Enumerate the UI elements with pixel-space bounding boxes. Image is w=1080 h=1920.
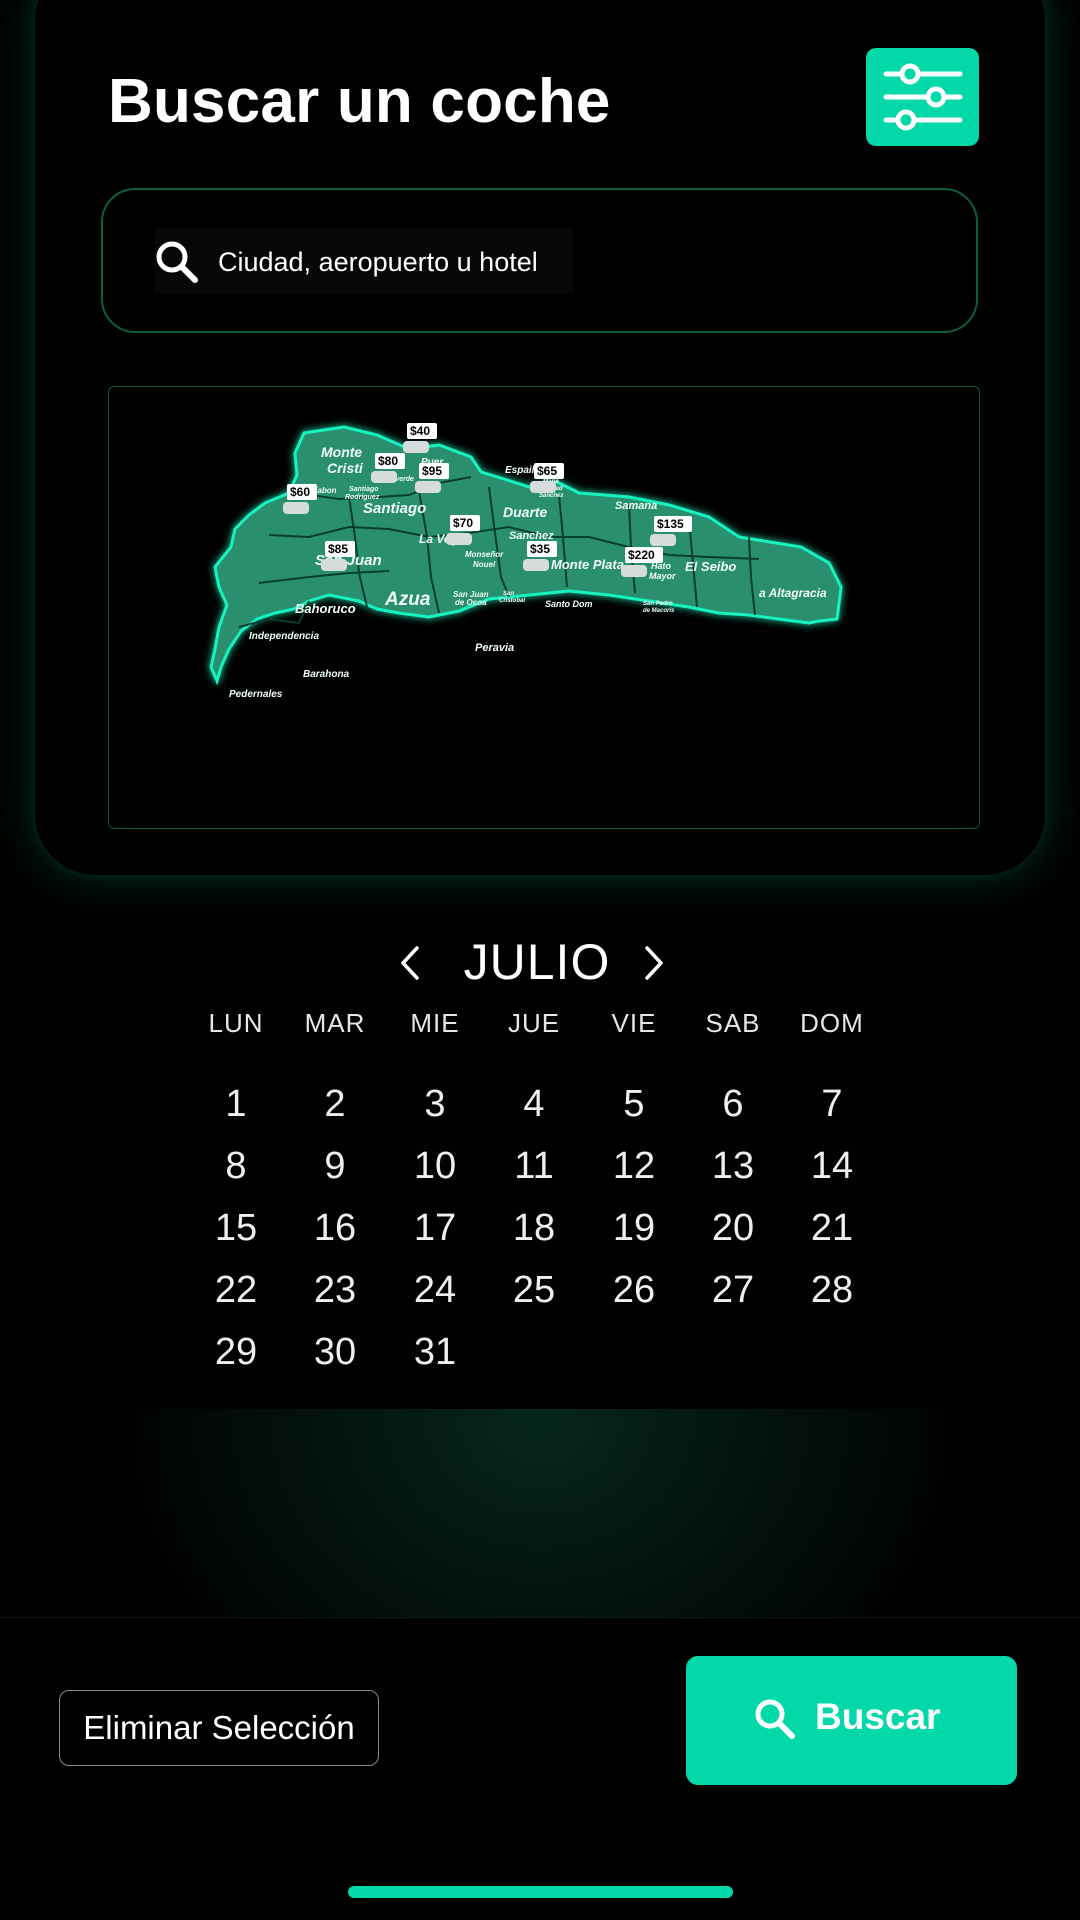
sliders-icon — [883, 63, 963, 131]
svg-text:Cristi: Cristi — [327, 460, 364, 476]
price-tag-label: $65 — [537, 464, 557, 478]
svg-text:Sanchez: Sanchez — [509, 530, 554, 542]
svg-text:Sanchez: Sanchez — [539, 493, 563, 499]
svg-text:Mayor: Mayor — [649, 571, 676, 581]
calendar-day[interactable]: 30 — [290, 1329, 380, 1375]
svg-text:San Pedro: San Pedro — [643, 601, 673, 607]
calendar-day[interactable]: 10 — [390, 1143, 480, 1189]
calendar-day[interactable]: 15 — [191, 1205, 281, 1251]
calendar-day[interactable]: 27 — [688, 1267, 778, 1313]
calendar-day[interactable]: 24 — [390, 1267, 480, 1313]
svg-text:Peravia: Peravia — [475, 642, 514, 654]
page-title: Buscar un coche — [108, 67, 611, 136]
calendar-day[interactable]: 23 — [290, 1267, 380, 1313]
calendar-day[interactable]: 9 — [290, 1143, 380, 1189]
car-icon — [283, 502, 309, 514]
car-icon — [446, 533, 472, 545]
car-icon — [403, 441, 429, 453]
car-icon — [530, 481, 556, 493]
svg-text:Santiago: Santiago — [349, 486, 379, 493]
map-panel[interactable]: Monte Cristi Dajabon Santiago Rodriguez … — [108, 386, 980, 829]
calendar-day[interactable]: 21 — [787, 1205, 877, 1251]
price-tag-label: $40 — [410, 424, 430, 438]
calendar-day[interactable]: 25 — [489, 1267, 579, 1313]
weekday-label: VIE — [611, 1008, 657, 1038]
car-icon — [650, 534, 676, 546]
calendar-day[interactable]: 8 — [191, 1143, 281, 1189]
home-indicator — [348, 1886, 733, 1898]
dominican-republic-map[interactable]: Monte Cristi Dajabon Santiago Rodriguez … — [109, 387, 980, 829]
calendar-day[interactable]: 28 — [787, 1267, 877, 1313]
svg-text:San: San — [503, 591, 514, 597]
calendar-day[interactable]: 5 — [589, 1081, 679, 1127]
svg-text:El Seibo: El Seibo — [685, 559, 736, 574]
car-icon — [415, 481, 441, 493]
svg-text:Monte: Monte — [321, 444, 362, 460]
search-input[interactable] — [218, 241, 578, 283]
weekday-label: SAB — [705, 1008, 761, 1038]
svg-text:de Macoris: de Macoris — [643, 608, 675, 614]
calendar-day[interactable]: 3 — [390, 1081, 480, 1127]
calendar-day[interactable]: 19 — [589, 1205, 679, 1251]
calendar-day[interactable]: 6 — [688, 1081, 778, 1127]
svg-text:a Altagracia: a Altagracia — [759, 586, 827, 600]
price-tag-label: $220 — [628, 548, 655, 562]
price-tag-label: $95 — [422, 464, 442, 478]
calendar-day[interactable]: 31 — [390, 1329, 480, 1375]
svg-text:Monte Plata: Monte Plata — [551, 557, 624, 572]
chevron-right-icon[interactable] — [633, 940, 673, 986]
price-tag-label: $85 — [328, 542, 348, 556]
price-tag-label: $60 — [290, 485, 310, 499]
svg-text:Cristobal: Cristobal — [499, 598, 525, 604]
filter-button[interactable] — [866, 48, 979, 146]
svg-text:Barahona: Barahona — [303, 669, 350, 680]
car-icon — [523, 559, 549, 571]
weekday-label: JUE — [507, 1008, 561, 1038]
svg-text:Duarte: Duarte — [503, 504, 548, 520]
svg-text:Bahoruco: Bahoruco — [295, 601, 356, 616]
calendar-day[interactable]: 1 — [191, 1081, 281, 1127]
clear-selection-button[interactable]: Eliminar Selección — [59, 1690, 379, 1766]
car-icon — [621, 565, 647, 577]
svg-text:Monseñor: Monseñor — [465, 550, 504, 559]
calendar-day[interactable]: 13 — [688, 1143, 778, 1189]
car-icon — [371, 471, 397, 483]
calendar-day[interactable]: 4 — [489, 1081, 579, 1127]
calendar-day[interactable]: 29 — [191, 1329, 281, 1375]
svg-text:Azua: Azua — [384, 589, 431, 610]
calendar-day[interactable]: 20 — [688, 1205, 778, 1251]
svg-text:Pedernales: Pedernales — [229, 689, 283, 700]
calendar-day[interactable]: 26 — [589, 1267, 679, 1313]
search-submit-button[interactable]: Buscar — [686, 1656, 1017, 1785]
price-tag-label: $135 — [657, 517, 684, 531]
svg-text:de Ocoa: de Ocoa — [455, 598, 487, 607]
calendar-day[interactable]: 17 — [390, 1205, 480, 1251]
calendar-day[interactable]: 2 — [290, 1081, 380, 1127]
calendar-day[interactable]: 18 — [489, 1205, 579, 1251]
calendar-day[interactable]: 12 — [589, 1143, 679, 1189]
svg-text:Santiago: Santiago — [363, 500, 426, 517]
search-icon — [156, 241, 198, 283]
weekday-label: MIE — [410, 1008, 460, 1038]
calendar-day[interactable]: 16 — [290, 1205, 380, 1251]
weekday-label: MAR — [304, 1008, 366, 1038]
svg-text:Samana: Samana — [615, 500, 657, 512]
search-icon — [755, 1699, 795, 1739]
price-tag-label: $80 — [378, 454, 398, 468]
weekday-label: LUN — [208, 1008, 264, 1038]
calendar-day[interactable]: 11 — [489, 1143, 579, 1189]
chevron-left-icon[interactable] — [391, 940, 431, 986]
svg-text:Nouel: Nouel — [473, 560, 496, 569]
price-tag-label: $35 — [530, 542, 550, 556]
calendar-day[interactable]: 22 — [191, 1267, 281, 1313]
calendar-day[interactable]: 14 — [787, 1143, 877, 1189]
month-label: JULIO — [463, 934, 611, 990]
price-tag-label: $70 — [453, 516, 473, 530]
calendar-day[interactable]: 7 — [787, 1081, 877, 1127]
svg-text:Independencia: Independencia — [249, 631, 319, 642]
search-button-label: Buscar — [815, 1696, 941, 1737]
svg-text:Santo Dom: Santo Dom — [545, 599, 593, 609]
car-icon — [321, 559, 347, 571]
weekday-label: DOM — [800, 1008, 864, 1038]
